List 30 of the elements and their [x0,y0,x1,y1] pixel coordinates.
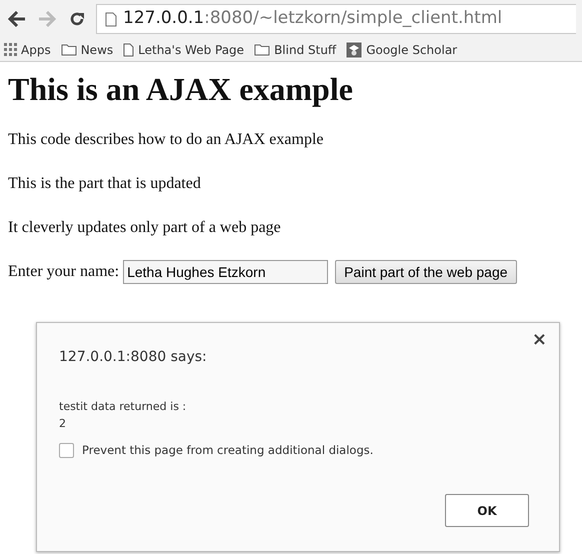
url-text: 127.0.0.1:8080/~letzkorn/simple_client.html [123,7,502,30]
bookmark-item[interactable]: Letha's Web Page [123,40,244,58]
back-arrow-icon [8,11,26,27]
bookmark-item[interactable]: Blind Stuff [254,40,336,58]
close-button[interactable]: × [532,331,547,349]
folder-icon [254,43,270,56]
ok-button[interactable]: OK [445,494,529,527]
paragraph: This is the part that is updated [8,174,202,194]
scholar-icon [346,42,362,58]
paint-button[interactable]: Paint part of the web page [335,260,517,284]
bookmark-item[interactable]: Apps [4,40,51,58]
back-button[interactable] [6,8,28,30]
bookmark-item[interactable]: News [60,40,114,58]
reload-icon [68,10,86,28]
name-label: Enter your name: [8,262,120,282]
paragraph: It cleverly updates only part of a web page [8,218,282,238]
page-icon [123,42,134,56]
bookmark-item[interactable]: Google Scholar [346,40,458,58]
dialog-message: testit data returned is : 2 [59,399,188,432]
apps-grid-icon [4,43,17,56]
name-field[interactable]: Letha Hughes Etzkorn [123,260,328,284]
checkbox-label: Prevent this page from creating additional dialogs. [82,442,374,459]
forward-arrow-icon [38,11,56,27]
folder-icon [60,43,77,56]
address-bar[interactable]: 127.0.0.1:8080/~letzkorn/simple_client.html [96,4,576,34]
page-icon [105,12,117,26]
page-heading: This is an AJAX example [8,70,354,108]
paragraph: This code describes how to do an AJAX example [8,130,324,150]
dialog-title: 127.0.0.1:8080 says: [59,348,207,367]
checkbox[interactable] [59,443,74,458]
